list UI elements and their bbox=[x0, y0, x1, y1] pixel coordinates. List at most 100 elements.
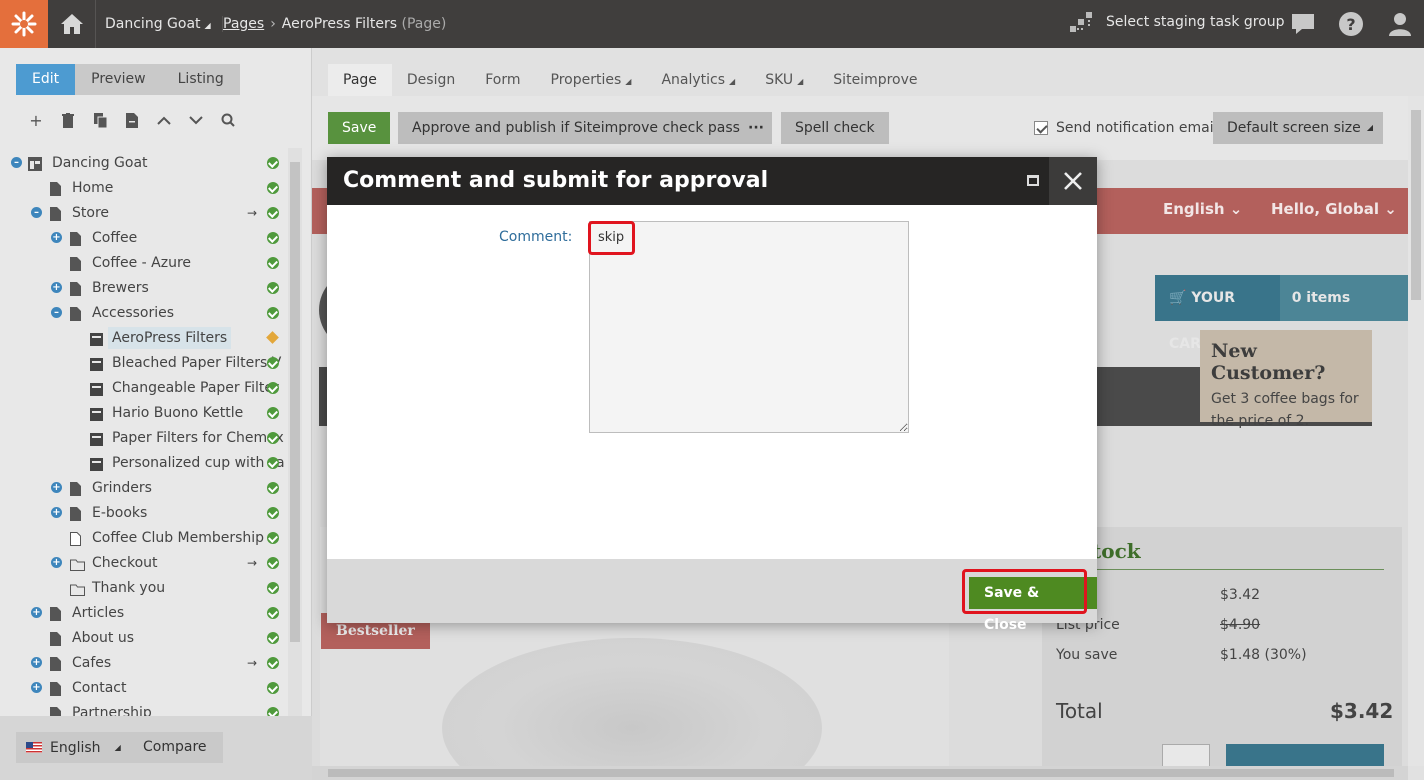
tab-properties[interactable]: Properties ◢ bbox=[536, 64, 647, 96]
tree-node[interactable]: + Brewers bbox=[0, 277, 279, 299]
move-down-icon[interactable] bbox=[180, 108, 212, 132]
home-icon[interactable] bbox=[48, 0, 96, 48]
language-selector[interactable]: English ◢ bbox=[16, 732, 131, 763]
screen-size-dropdown[interactable]: Default screen size ◢ bbox=[1213, 112, 1383, 144]
comment-textarea[interactable] bbox=[589, 221, 909, 433]
move-icon[interactable] bbox=[116, 108, 148, 132]
tree-node[interactable]: About us bbox=[0, 627, 279, 649]
tab-design[interactable]: Design bbox=[392, 64, 470, 96]
tab-sku[interactable]: SKU ◢ bbox=[750, 64, 818, 96]
tree-node[interactable]: – Dancing Goat bbox=[0, 152, 279, 174]
tree-node[interactable]: Changeable Paper Filter bbox=[0, 377, 279, 399]
delete-icon[interactable] bbox=[52, 108, 84, 132]
tree-node[interactable]: Coffee Club Membership bbox=[0, 527, 279, 549]
tree-toolbar: + bbox=[20, 108, 244, 132]
site-user-menu[interactable]: Hello, Global ⌄ bbox=[1271, 200, 1397, 218]
expand-icon[interactable]: + bbox=[51, 282, 62, 293]
site-selector[interactable]: Dancing Goat ◢ bbox=[105, 16, 211, 32]
chat-icon[interactable] bbox=[1290, 11, 1316, 37]
expand-icon[interactable]: + bbox=[51, 232, 62, 243]
site-language-selector[interactable]: English ⌄ bbox=[1163, 200, 1242, 218]
tree-node[interactable]: – Store → bbox=[0, 202, 279, 224]
approve-publish-button[interactable]: Approve and publish if Siteimprove check… bbox=[398, 112, 770, 144]
tree-node[interactable]: Thank you bbox=[0, 577, 279, 599]
tab-siteimprove[interactable]: Siteimprove bbox=[818, 64, 932, 96]
preview-scrollbar-thumb[interactable] bbox=[1411, 110, 1421, 300]
mode-listing[interactable]: Listing bbox=[161, 64, 240, 95]
cart-button[interactable]: 🛒 YOUR CART bbox=[1155, 275, 1280, 352]
tree-node[interactable]: Bleached Paper Filters V bbox=[0, 352, 281, 374]
mode-edit[interactable]: Edit bbox=[16, 64, 76, 95]
preview-horizontal-scrollbar[interactable] bbox=[312, 766, 1408, 780]
published-status-icon bbox=[267, 232, 279, 244]
mode-preview[interactable]: Preview bbox=[75, 64, 162, 95]
tree-node[interactable]: Coffee - Azure bbox=[0, 252, 279, 274]
tree-node[interactable]: AeroPress Filters bbox=[0, 327, 260, 349]
tree-scrollbar[interactable] bbox=[288, 148, 302, 716]
preview-horizontal-scrollbar-thumb[interactable] bbox=[328, 769, 1394, 777]
search-icon[interactable] bbox=[212, 108, 244, 132]
collapse-icon[interactable]: – bbox=[31, 207, 42, 218]
compare-button[interactable]: Compare bbox=[127, 732, 223, 763]
tree-node-label: Coffee Club Membership bbox=[92, 530, 265, 546]
help-icon[interactable]: ? bbox=[1338, 11, 1364, 37]
folder-icon bbox=[70, 556, 85, 571]
close-icon[interactable] bbox=[1049, 157, 1097, 205]
send-notification-checkbox[interactable]: Send notification emails bbox=[1034, 120, 1225, 136]
tree-node[interactable]: Home bbox=[0, 177, 279, 199]
add-icon[interactable]: + bbox=[20, 108, 52, 132]
spell-check-button[interactable]: Spell check bbox=[781, 112, 889, 144]
expand-icon[interactable]: + bbox=[51, 557, 62, 568]
tree-node[interactable]: + Cafes → bbox=[0, 652, 279, 674]
save-button[interactable]: Save bbox=[328, 112, 391, 144]
maximize-icon[interactable] bbox=[1027, 175, 1039, 186]
breadcrumb-pages-link[interactable]: Pages bbox=[223, 16, 264, 32]
staging-task-group-selector[interactable]: Select staging task group bbox=[1068, 11, 1285, 33]
tree-node[interactable]: + E-books bbox=[0, 502, 279, 524]
product-icon bbox=[90, 456, 103, 471]
tree-node-label: About us bbox=[72, 630, 135, 646]
tree-node[interactable]: Hario Buono Kettle bbox=[0, 402, 279, 424]
tree-node[interactable]: Paper Filters for Chemex bbox=[0, 427, 284, 449]
expand-icon[interactable]: + bbox=[51, 482, 62, 493]
tree-node-label: E-books bbox=[92, 505, 148, 521]
tree-node[interactable]: + Contact bbox=[0, 677, 279, 699]
tab-form[interactable]: Form bbox=[470, 64, 535, 96]
pending-status-icon bbox=[267, 332, 279, 344]
published-status-icon bbox=[267, 407, 279, 419]
tree-node[interactable]: + Checkout → bbox=[0, 552, 279, 574]
published-status-icon bbox=[267, 157, 279, 169]
expand-icon[interactable]: + bbox=[51, 507, 62, 518]
move-up-icon[interactable] bbox=[148, 108, 180, 132]
svg-text:?: ? bbox=[1346, 15, 1355, 34]
shopping-cart[interactable]: 🛒 YOUR CART 0 items ($0.00) bbox=[1155, 275, 1408, 352]
expand-icon[interactable]: + bbox=[31, 682, 42, 693]
published-status-icon bbox=[267, 632, 279, 644]
tree-scrollbar-thumb[interactable] bbox=[290, 162, 300, 642]
tree-node[interactable]: Personalized cup with sa bbox=[0, 452, 285, 474]
tree-node-label: AeroPress Filters bbox=[108, 327, 232, 349]
copy-icon[interactable] bbox=[84, 108, 116, 132]
published-status-icon bbox=[267, 682, 279, 694]
collapse-icon[interactable]: – bbox=[51, 307, 62, 318]
kentico-logo-icon[interactable] bbox=[0, 0, 48, 48]
tree-node[interactable]: – Accessories bbox=[0, 302, 279, 324]
collapse-icon[interactable]: – bbox=[11, 157, 22, 168]
published-status-icon bbox=[267, 557, 279, 569]
tree-node[interactable]: + Coffee bbox=[0, 227, 279, 249]
tab-analytics[interactable]: Analytics ◢ bbox=[646, 64, 750, 96]
tree-node[interactable]: Partnership bbox=[0, 702, 279, 716]
comment-approval-dialog: Comment and submit for approval Comment:… bbox=[327, 157, 1097, 633]
tree-node-label: Personalized cup with sa bbox=[112, 455, 285, 471]
expand-icon[interactable]: + bbox=[31, 607, 42, 618]
tab-page[interactable]: Page bbox=[328, 64, 392, 96]
tree-node-label: Paper Filters for Chemex bbox=[112, 430, 284, 446]
tree-node[interactable]: + Articles bbox=[0, 602, 279, 624]
more-actions-button[interactable]: ··· bbox=[740, 112, 772, 144]
user-icon[interactable] bbox=[1387, 11, 1413, 37]
expand-icon[interactable]: + bbox=[31, 657, 42, 668]
tree-node-label: Store bbox=[72, 205, 110, 221]
preview-scrollbar[interactable] bbox=[1408, 96, 1424, 766]
price-value: $3.42 bbox=[1220, 587, 1261, 603]
tree-node[interactable]: + Grinders bbox=[0, 477, 279, 499]
